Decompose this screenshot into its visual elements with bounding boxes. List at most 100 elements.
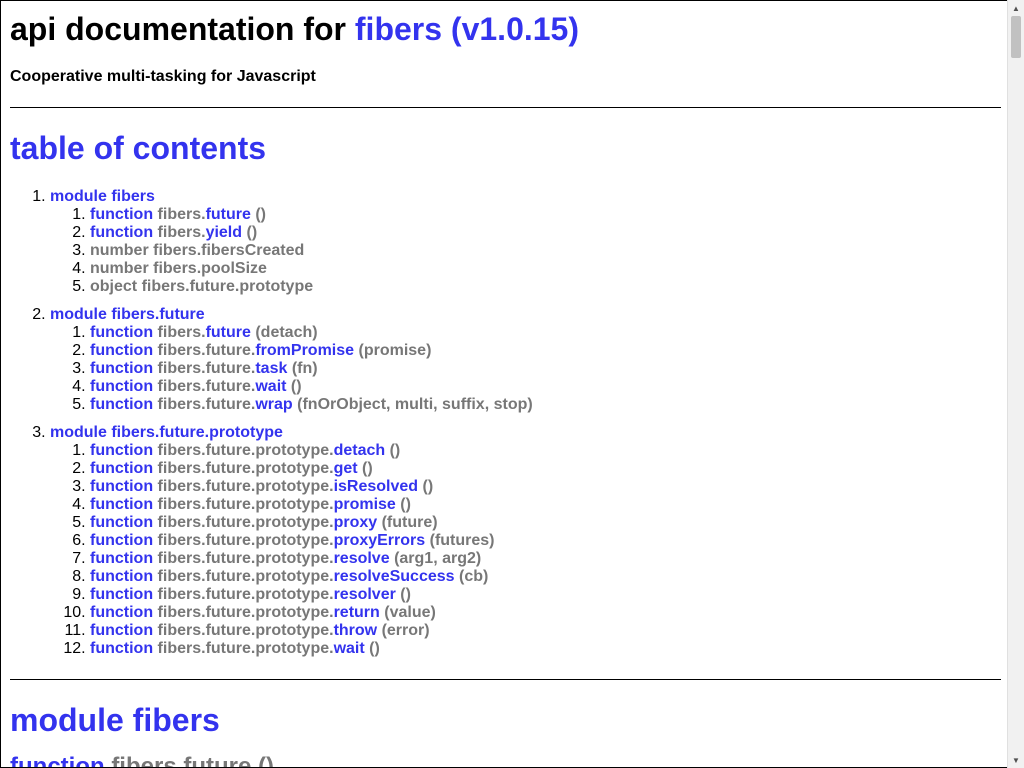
toc-member-args: (detach) [255, 324, 318, 341]
toc-member-name-link[interactable]: wait [334, 640, 365, 657]
toc-member-item: function fibers.future.prototype.promise… [90, 496, 533, 514]
toc-member-kind-link[interactable]: function [90, 586, 153, 603]
entry-kind-link[interactable]: function [10, 753, 105, 767]
toc-module-item: module fibers.future.prototypefunction f… [50, 424, 533, 658]
toc-module-link[interactable]: module fibers [50, 188, 155, 205]
toc-member-kind-link[interactable]: function [90, 514, 153, 531]
toc-member-kind-link[interactable]: function [90, 324, 153, 341]
toc-member-args: (fnOrObject, multi, suffix, stop) [297, 396, 533, 413]
toc-list: module fibersfunction fibers.future ()fu… [10, 188, 533, 658]
toc-member-kind-link[interactable]: function [90, 206, 153, 223]
toc-member-kind-link[interactable]: function [90, 532, 153, 549]
toc-member-name-link[interactable]: yield [206, 224, 242, 241]
toc-member-args: () [400, 586, 411, 603]
toc-member-name-link[interactable]: fromPromise [255, 342, 354, 359]
toc-member-item: number fibers.poolSize [90, 260, 533, 278]
toc-member-name-link[interactable]: resolve [334, 550, 390, 567]
toc-member-item: function fibers.future.prototype.isResol… [90, 478, 533, 496]
toc-member-item: function fibers.future.wrap (fnOrObject,… [90, 396, 533, 414]
toc-member-name-link[interactable]: isResolved [334, 478, 418, 495]
toc-member-args: (value) [384, 604, 436, 621]
toc-member-prefix: object fibers.future.prototype [90, 278, 314, 295]
toc-member-args: () [422, 478, 434, 495]
toc-member-prefix: fibers.future.prototype. [157, 514, 334, 531]
toc-member-kind-link[interactable]: function [90, 550, 153, 567]
toc-member-prefix: fibers.future. [157, 360, 256, 377]
toc-member-kind-link[interactable]: function [90, 442, 153, 459]
toc-member-kind-link[interactable]: function [90, 360, 153, 377]
toc-member-prefix: number fibers.poolSize [90, 260, 267, 277]
toc-member-prefix: fibers.future.prototype. [157, 604, 334, 621]
toc-member-name-link[interactable]: promise [334, 496, 396, 513]
toc-member-name-link[interactable]: resolver [334, 586, 396, 603]
toc-member-args: () [369, 640, 380, 657]
toc-member-name-link[interactable]: get [334, 460, 358, 477]
toc-member-prefix: fibers.future.prototype. [157, 622, 334, 639]
toc-member-prefix: fibers.future.prototype. [157, 640, 334, 657]
vertical-scrollbar[interactable]: ▲ ▼ [1007, 0, 1024, 768]
entry-name: future [183, 753, 252, 768]
toc-member-item: function fibers.future (detach) [90, 324, 533, 342]
toc-member-name-link[interactable]: return [334, 604, 380, 621]
toc-member-kind-link[interactable]: function [90, 396, 153, 413]
toc-member-item: function fibers.future () [90, 206, 533, 224]
arrow-up-icon[interactable]: ▲ [1008, 0, 1024, 16]
toc-member-item: function fibers.future.prototype.detach … [90, 442, 533, 460]
toc-module-link[interactable]: module fibers.future [50, 306, 205, 323]
toc-member-list: function fibers.future.prototype.detach … [50, 442, 533, 658]
toc-member-kind-link[interactable]: function [90, 224, 153, 241]
package-link[interactable]: fibers (v1.0.15) [355, 11, 579, 47]
toc-member-name-link[interactable]: task [255, 360, 287, 377]
toc-member-name-link[interactable]: proxyErrors [334, 532, 426, 549]
toc-member-name-link[interactable]: future [206, 206, 251, 223]
toc-member-item: function fibers.future.task (fn) [90, 360, 533, 378]
toc-member-item: function fibers.future.prototype.resolve… [90, 550, 533, 568]
arrow-down-icon[interactable]: ▼ [1008, 752, 1024, 768]
toc-member-kind-link[interactable]: function [90, 640, 153, 657]
toc-member-item: function fibers.future.prototype.get () [90, 460, 533, 478]
toc-member-item: function fibers.future.prototype.proxyEr… [90, 532, 533, 550]
toc-member-kind-link[interactable]: function [90, 604, 153, 621]
scrollbar-thumb[interactable] [1011, 16, 1021, 58]
entry-args: () [258, 753, 274, 768]
toc-member-args: () [290, 378, 302, 395]
toc-member-name-link[interactable]: throw [334, 622, 378, 639]
toc-member-args: (arg1, arg2) [394, 550, 482, 567]
toc-member-kind-link[interactable]: function [90, 378, 153, 395]
toc-member-kind-link[interactable]: function [90, 342, 153, 359]
section-heading-module-fibers: module fibers [10, 702, 220, 738]
toc-member-prefix: fibers.future.prototype. [157, 460, 334, 477]
toc-member-item: number fibers.fibersCreated [90, 242, 533, 260]
toc-member-name-link[interactable]: resolveSuccess [334, 568, 455, 585]
toc-member-args: (futures) [429, 532, 495, 549]
entry-prefix: fibers. [111, 753, 184, 768]
toc-member-name-link[interactable]: wrap [255, 396, 292, 413]
toc-member-kind-link[interactable]: function [90, 568, 153, 585]
toc-member-item: function fibers.future.fromPromise (prom… [90, 342, 533, 360]
toc-member-kind-link[interactable]: function [90, 496, 153, 513]
toc-module-link[interactable]: module fibers.future.prototype [50, 424, 283, 441]
toc-member-prefix: fibers.future.prototype. [157, 442, 334, 459]
toc-member-name-link[interactable]: future [206, 324, 251, 341]
toc-member-args: (error) [381, 622, 430, 639]
toc-member-kind-link[interactable]: function [90, 460, 153, 477]
toc-member-prefix: fibers.future.prototype. [157, 532, 334, 549]
toc-member-kind-link[interactable]: function [90, 478, 153, 495]
toc-member-args: () [400, 496, 411, 513]
toc-member-prefix: fibers.future.prototype. [157, 478, 334, 495]
toc-member-prefix: fibers.future. [157, 342, 256, 359]
toc-member-prefix: fibers. [157, 324, 206, 341]
toc-member-item: function fibers.future.prototype.throw (… [90, 622, 533, 640]
toc-member-prefix: fibers.future.prototype. [157, 496, 334, 513]
toc-member-prefix: fibers. [157, 224, 206, 241]
toc-member-prefix: fibers. [157, 206, 206, 223]
toc-member-name-link[interactable]: proxy [334, 514, 378, 531]
page-title: api documentation for fibers (v1.0.15) [10, 10, 579, 48]
toc-member-name-link[interactable]: detach [334, 442, 386, 459]
toc-member-prefix: number fibers.fibersCreated [90, 242, 305, 259]
toc-member-name-link[interactable]: wait [255, 378, 286, 395]
divider [10, 107, 1001, 108]
toc-member-kind-link[interactable]: function [90, 622, 153, 639]
toc-member-args: (future) [381, 514, 438, 531]
toc-member-list: function fibers.future ()function fibers… [50, 206, 533, 296]
